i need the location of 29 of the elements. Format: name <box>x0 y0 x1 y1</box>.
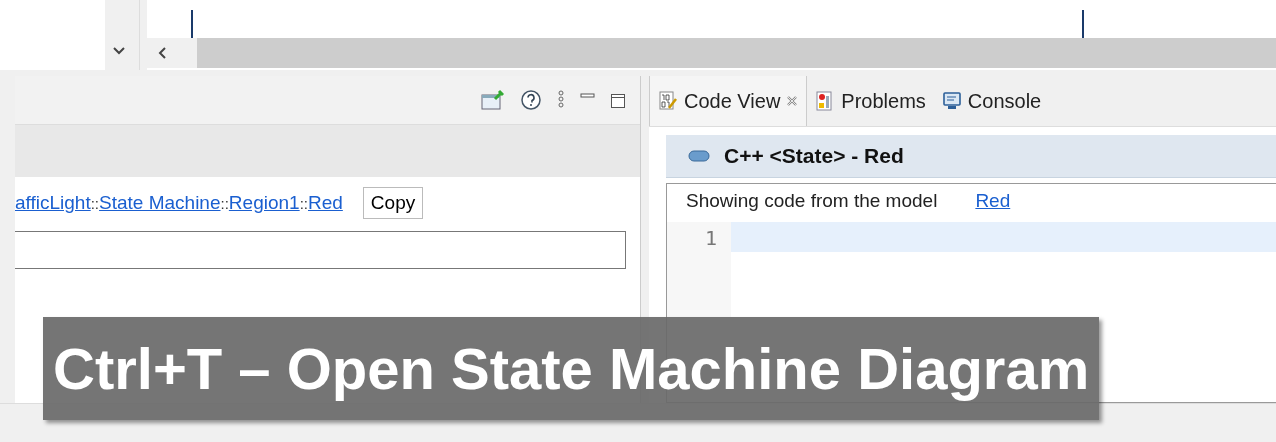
help-icon[interactable] <box>520 89 542 111</box>
scroll-left-icon[interactable] <box>147 38 197 68</box>
close-icon[interactable] <box>786 95 799 107</box>
caption-banner: Ctrl+T – Open State Machine Diagram <box>43 317 1100 420</box>
view-tab[interactable]: Problems <box>807 76 934 126</box>
text-cursor <box>1082 10 1084 38</box>
code-file-icon <box>658 91 678 111</box>
path-separator: :: <box>220 195 229 212</box>
state-icon <box>688 149 710 163</box>
console-icon <box>941 91 962 111</box>
view-tab[interactable]: Console <box>933 76 1050 126</box>
text-cursor <box>191 10 193 38</box>
breadcrumb-link[interactable]: afficLight <box>15 192 91 213</box>
breadcrumb-link[interactable]: State Machine <box>99 192 221 213</box>
copy-button[interactable]: Copy <box>362 187 424 219</box>
horizontal-scrollbar[interactable] <box>147 38 1276 68</box>
path-separator: :: <box>90 195 100 212</box>
model-link[interactable]: Red <box>975 190 1011 222</box>
path-separator: :: <box>299 195 308 212</box>
header-title: C++ <State> - Red <box>724 144 904 168</box>
line-number: 1 <box>703 225 718 252</box>
chevron-down-icon[interactable] <box>112 46 126 56</box>
input-field[interactable] <box>15 231 626 269</box>
pin-window-icon[interactable] <box>480 89 506 111</box>
view-menu-icon[interactable] <box>556 89 566 111</box>
breadcrumb-link[interactable]: Red <box>308 192 343 213</box>
breadcrumb-link[interactable]: Region1 <box>228 192 300 213</box>
view-tab[interactable]: Code View <box>649 76 808 126</box>
info-text: Showing code from the model <box>686 190 938 213</box>
